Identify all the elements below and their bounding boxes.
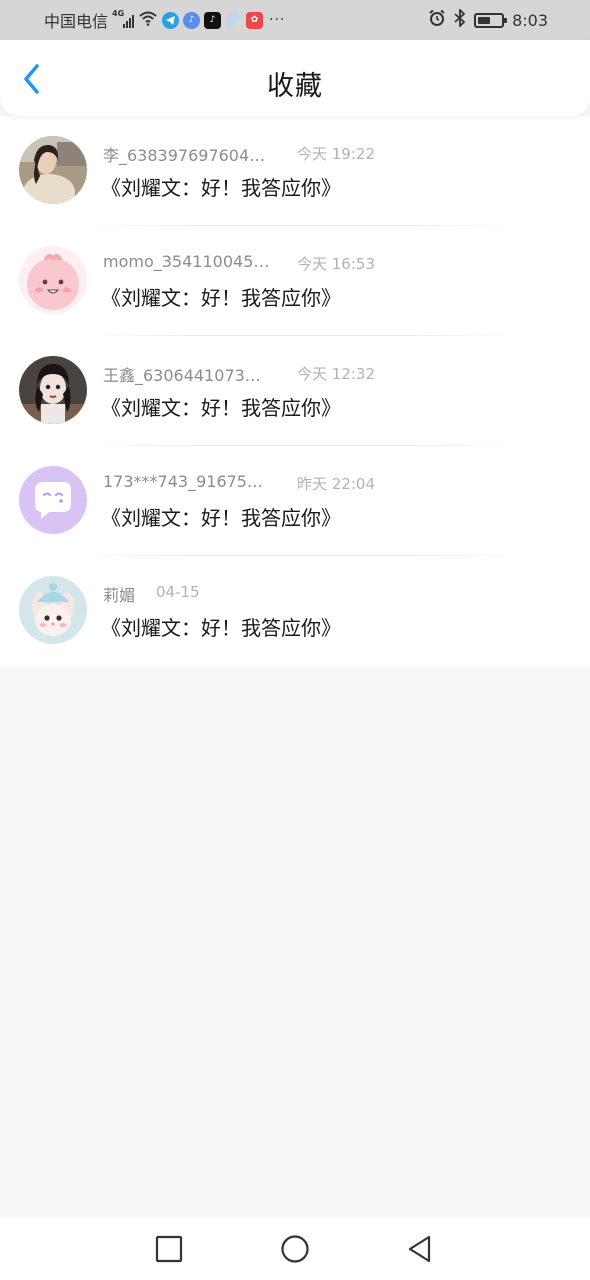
favorite-time: 04-15 xyxy=(156,583,200,601)
douyin-icon: ♪ xyxy=(204,11,222,29)
message-text: 《刘耀文：好！我答应你》 xyxy=(101,616,341,640)
cellular-signal-icon: 4G xyxy=(112,9,135,29)
user-name: momo_354110045… xyxy=(103,252,270,271)
clock: 8:03 xyxy=(512,10,548,30)
home-button[interactable] xyxy=(280,1234,310,1264)
message-text: 《刘耀文：好！我答应你》 xyxy=(101,286,341,310)
pink-cartoon-avatar[interactable] xyxy=(19,246,87,314)
bluetooth-icon xyxy=(454,7,466,31)
status-bar: 中国电信 4G ♪ ♪ ✿ ··· 8:03 xyxy=(0,0,590,40)
user-name: 李_638397697604… xyxy=(103,146,266,165)
favorite-time: 今天 19:22 xyxy=(297,145,375,163)
battery-level xyxy=(478,16,491,24)
back-nav-button[interactable] xyxy=(405,1234,435,1264)
purple-chat-avatar[interactable] xyxy=(19,466,87,534)
circle-icon xyxy=(281,1235,309,1263)
favorites-page: 中国电信 4G ♪ ♪ ✿ ··· 8:03 收藏 李_638397697604… xyxy=(0,0,590,1280)
huawei-icon: ✿ xyxy=(246,11,264,29)
favorite-time: 今天 16:53 xyxy=(297,255,375,273)
message-text: 《刘耀文：好！我答应你》 xyxy=(101,396,341,420)
alarm-icon xyxy=(428,9,446,31)
wifi-icon xyxy=(138,10,158,30)
telegram-icon xyxy=(162,11,180,29)
user-name: 173***743_91675… xyxy=(103,472,263,491)
message-text: 《刘耀文：好！我答应你》 xyxy=(101,506,341,530)
user-name: 王鑫_6306441073… xyxy=(103,366,261,385)
system-nav-bar xyxy=(0,1218,590,1280)
music-icon: ♪ xyxy=(183,11,201,29)
header: 收藏 xyxy=(0,40,590,116)
carrier-label: 中国电信 xyxy=(44,12,109,31)
battery-icon xyxy=(474,12,508,28)
list-item[interactable]: 王鑫_6306441073… 今天 12:32 《刘耀文：好！我答应你》 xyxy=(0,336,590,446)
list-item[interactable]: 李_638397697604… 今天 19:22 《刘耀文：好！我答应你》 xyxy=(0,116,590,226)
message-text: 《刘耀文：好！我答应你》 xyxy=(101,176,341,200)
favorite-time: 今天 12:32 xyxy=(297,365,375,383)
more-notifications-icon: ··· xyxy=(269,12,286,28)
recent-apps-button[interactable] xyxy=(154,1234,184,1264)
list-item[interactable]: momo_354110045… 今天 16:53 《刘耀文：好！我答应你》 xyxy=(0,226,590,336)
favorite-time: 昨天 22:04 xyxy=(297,475,375,493)
status-left: 中国电信 4G ♪ ♪ ✿ ··· xyxy=(44,8,285,32)
bunny-avatar[interactable] xyxy=(19,576,87,644)
list-item[interactable]: 173***743_91675… 昨天 22:04 《刘耀文：好！我答应你》 xyxy=(0,446,590,556)
dark-portrait-avatar[interactable] xyxy=(19,356,87,424)
status-right: 8:03 xyxy=(428,7,548,32)
photo-girl-avatar[interactable] xyxy=(19,136,87,204)
photos-icon xyxy=(225,11,243,29)
triangle-back-icon xyxy=(408,1235,431,1263)
page-title: 收藏 xyxy=(267,71,323,102)
list-item[interactable]: 莉媚 04-15 《刘耀文：好！我答应你》 xyxy=(0,556,590,666)
favorites-list: 李_638397697604… 今天 19:22 《刘耀文：好！我答应你》 mo… xyxy=(0,116,590,667)
square-icon xyxy=(155,1235,183,1263)
